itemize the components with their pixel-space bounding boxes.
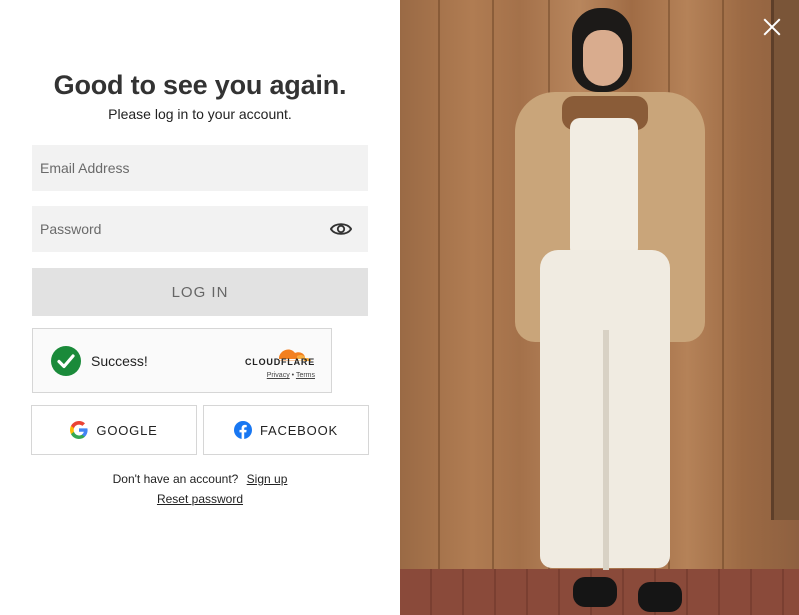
link-separator: • — [291, 372, 295, 379]
signup-row: Don't have an account? Sign up — [0, 472, 400, 486]
door-frame — [771, 0, 799, 520]
model-sweater — [570, 118, 638, 258]
model-pants-gap — [603, 330, 609, 570]
password-field[interactable] — [32, 206, 368, 252]
terms-link[interactable]: Terms — [296, 372, 315, 379]
google-label: GOOGLE — [96, 422, 158, 438]
facebook-icon — [234, 421, 253, 439]
reset-password-link[interactable]: Reset password — [157, 492, 243, 506]
reset-row: Reset password — [0, 492, 400, 506]
check-circle-icon — [51, 346, 81, 376]
wood-plank-line — [438, 0, 440, 575]
cloudflare-links: Privacy • Terms — [267, 372, 315, 379]
email-field-container — [32, 145, 368, 191]
cloudflare-brand: CLOUDFLARE — [245, 357, 315, 367]
privacy-link[interactable]: Privacy — [267, 372, 290, 379]
model-shoe-left — [573, 577, 617, 607]
model-shoe-right — [638, 582, 682, 612]
model-face — [583, 30, 623, 86]
password-field-container — [32, 206, 368, 252]
login-button[interactable]: LOG IN — [32, 268, 368, 316]
login-modal: Good to see you again. Please log in to … — [0, 0, 799, 615]
page-subtitle: Please log in to your account. — [108, 106, 292, 122]
signup-prompt: Don't have an account? — [112, 472, 239, 486]
email-field[interactable] — [32, 145, 368, 191]
cloudflare-captcha: Success! CLOUDFLARE Privacy • Terms — [32, 328, 332, 393]
wood-plank-line — [722, 0, 724, 575]
google-login-button[interactable]: GOOGLE — [31, 405, 197, 455]
page-title: Good to see you again. — [53, 70, 347, 100]
facebook-login-button[interactable]: FACEBOOK — [203, 405, 369, 455]
wood-plank-line — [492, 0, 494, 575]
close-icon[interactable] — [759, 14, 785, 40]
captcha-status: Success! — [91, 353, 148, 369]
eye-icon[interactable] — [330, 219, 352, 239]
facebook-label: FACEBOOK — [260, 422, 338, 438]
login-panel: Good to see you again. Please log in to … — [0, 0, 400, 615]
signup-link[interactable]: Sign up — [247, 472, 288, 486]
hero-image — [400, 0, 799, 615]
google-icon — [70, 421, 89, 439]
